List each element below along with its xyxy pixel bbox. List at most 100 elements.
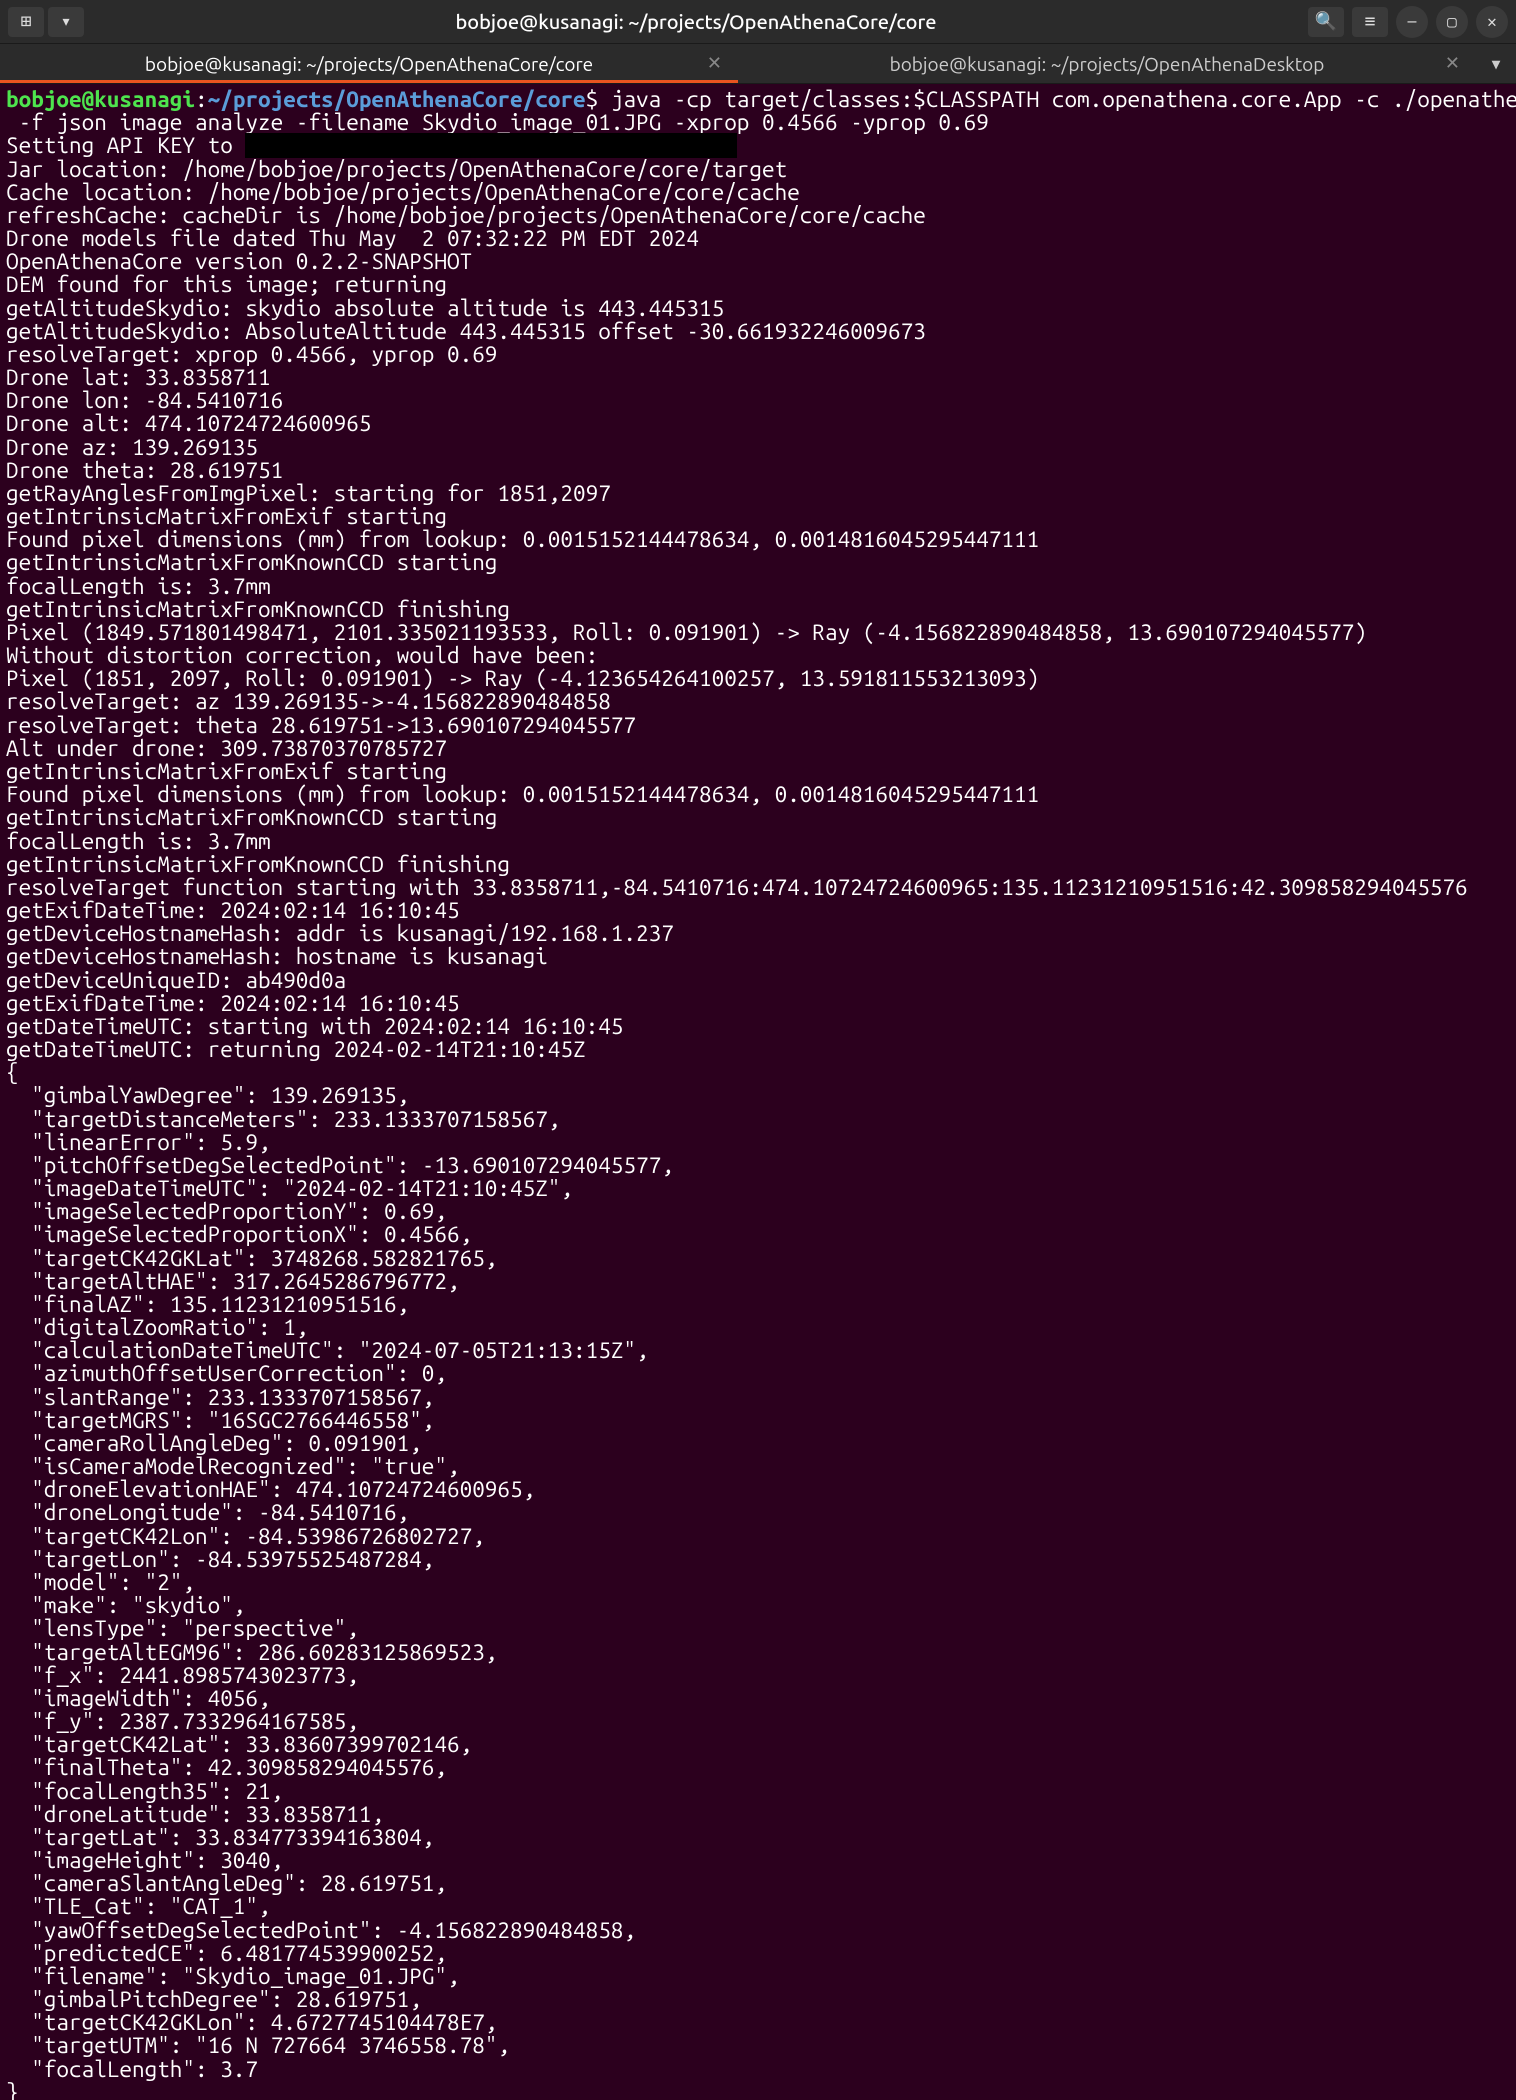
output-line: Drone lon: -84.5410716 [6, 388, 283, 413]
output-line: Drone models file dated Thu May 2 07:32:… [6, 226, 699, 251]
output-line: Pixel (1851, 2097, Roll: 0.091901) -> Ra… [6, 666, 1039, 691]
output-line: OpenAthenaCore version 0.2.2-SNAPSHOT [6, 249, 472, 274]
output-line: "targetCK42GKLat": 3748268.582821765, [6, 1246, 497, 1271]
prompt-dollar: $ [586, 87, 611, 112]
output-line: Without distortion correction, would hav… [6, 643, 598, 668]
output-line: resolveTarget: az 139.269135->-4.1568228… [6, 689, 611, 714]
output-line: Setting API KEY to [6, 133, 245, 158]
output-line: "finalTheta": 42.309858294045576, [6, 1755, 447, 1780]
output-line: "targetCK42GKLon": 4.6727745104478E7, [6, 2010, 497, 2035]
output-line: "predictedCE": 6.481774539900252, [6, 1941, 447, 1966]
output-line: "focalLength": 3.7 [6, 2057, 258, 2082]
terminal-tab-2[interactable]: bobjoe@kusanagi: ~/projects/OpenAthenaDe… [738, 44, 1476, 83]
output-line: "cameraSlantAngleDeg": 28.619751, [6, 1871, 447, 1896]
output-line: getAltitudeSkydio: AbsoluteAltitude 443.… [6, 319, 926, 344]
output-line: "focalLength35": 21, [6, 1779, 283, 1804]
hamburger-menu-button[interactable]: ≡ [1352, 7, 1388, 37]
output-line: { [6, 1060, 19, 1085]
output-line: Cache location: /home/bobjoe/projects/Op… [6, 180, 800, 205]
command-text-cont: -f json image analyze -filename Skydio_i… [6, 110, 989, 135]
output-line: getAltitudeSkydio: skydio absolute altit… [6, 296, 724, 321]
output-line: "isCameraModelRecognized": "true", [6, 1454, 460, 1479]
output-line: resolveTarget function starting with 33.… [6, 875, 1468, 900]
output-line: "targetCK42Lat": 33.83607399702146, [6, 1732, 472, 1757]
output-line: "targetDistanceMeters": 233.133370715856… [6, 1107, 560, 1132]
output-line: "slantRange": 233.1333707158567, [6, 1385, 434, 1410]
tab-menu-button[interactable]: ▾ [48, 7, 84, 37]
output-line: "pitchOffsetDegSelectedPoint": -13.69010… [6, 1153, 674, 1178]
output-line: "finalAZ": 135.11231210951516, [6, 1292, 409, 1317]
output-line: Found pixel dimensions (mm) from lookup:… [6, 782, 1039, 807]
new-tab-button[interactable]: ⊞ [8, 7, 44, 37]
output-line: "lensType": "perspective", [6, 1616, 359, 1641]
output-line: Jar location: /home/bobjoe/projects/Open… [6, 157, 787, 182]
output-line: "imageWidth": 4056, [6, 1686, 271, 1711]
output-line: getDateTimeUTC: returning 2024-02-14T21:… [6, 1037, 586, 1062]
output-line: "make": "skydio", [6, 1593, 245, 1618]
output-line: getRayAnglesFromImgPixel: starting for 1… [6, 481, 611, 506]
output-line: "TLE_Cat": "CAT_1", [6, 1894, 271, 1919]
output-line: focalLength is: 3.7mm [6, 574, 271, 599]
titlebar-left-controls: ⊞ ▾ [8, 7, 84, 37]
output-line: refreshCache: cacheDir is /home/bobjoe/p… [6, 203, 926, 228]
search-button[interactable]: 🔍 [1308, 7, 1344, 37]
output-line: "targetCK42Lon": -84.53986726802727, [6, 1524, 485, 1549]
output-line: Alt under drone: 309.73870370785727 [6, 736, 447, 761]
output-line: focalLength is: 3.7mm [6, 829, 271, 854]
output-line: "yawOffsetDegSelectedPoint": -4.15682289… [6, 1918, 636, 1943]
output-line: "imageDateTimeUTC": "2024-02-14T21:10:45… [6, 1176, 573, 1201]
output-line: "droneElevationHAE": 474.10724724600965, [6, 1477, 535, 1502]
output-line: DEM found for this image; returning [6, 272, 447, 297]
output-line: "azimuthOffsetUserCorrection": 0, [6, 1361, 447, 1386]
output-line: "targetMGRS": "16SGC2766446558", [6, 1408, 434, 1433]
output-line: getDeviceHostnameHash: addr is kusanagi/… [6, 921, 674, 946]
maximize-button[interactable]: ▢ [1436, 6, 1468, 38]
window-titlebar: ⊞ ▾ bobjoe@kusanagi: ~/projects/OpenAthe… [0, 0, 1516, 44]
output-line: "imageHeight": 3040, [6, 1848, 283, 1873]
output-line: getIntrinsicMatrixFromKnownCCD finishing [6, 597, 510, 622]
output-line: Drone lat: 33.8358711 [6, 365, 271, 390]
output-line: } [6, 2080, 19, 2100]
output-line: getDeviceUniqueID: ab490d0a [6, 968, 346, 993]
prompt-colon: : [195, 87, 208, 112]
minimize-button[interactable]: — [1396, 6, 1428, 38]
output-line: "filename": "Skydio_image_01.JPG", [6, 1964, 460, 1989]
close-tab-icon[interactable]: ✕ [707, 53, 722, 74]
redacted-value: xxxxxxxxxxxxxxxxxxxxxxxxxxxxxxxxxxxxxxx [245, 133, 736, 158]
tab-label: bobjoe@kusanagi: ~/projects/OpenAthenaCo… [145, 53, 593, 75]
output-line: getExifDateTime: 2024:02:14 16:10:45 [6, 898, 460, 923]
close-button[interactable]: ✕ [1476, 6, 1508, 38]
prompt-path: ~/projects/OpenAthenaCore/core [208, 87, 586, 112]
output-line: "targetAltEGM96": 286.60283125869523, [6, 1640, 497, 1665]
tab-label: bobjoe@kusanagi: ~/projects/OpenAthenaDe… [890, 53, 1325, 75]
output-line: Drone alt: 474.10724724600965 [6, 411, 371, 436]
output-line: "cameraRollAngleDeg": 0.091901, [6, 1431, 422, 1456]
output-line: "targetLon": -84.53975525487284, [6, 1547, 434, 1572]
prompt-user-host: bobjoe@kusanagi [6, 87, 195, 112]
output-line: getIntrinsicMatrixFromKnownCCD starting [6, 550, 497, 575]
output-line: "imageSelectedProportionY": 0.69, [6, 1199, 447, 1224]
output-line: "digitalZoomRatio": 1, [6, 1315, 308, 1340]
output-line: "targetAltHAE": 317.2645286796772, [6, 1269, 460, 1294]
output-line: "imageSelectedProportionX": 0.4566, [6, 1222, 472, 1247]
output-line: getIntrinsicMatrixFromKnownCCD finishing [6, 852, 510, 877]
output-line: resolveTarget: xprop 0.4566, yprop 0.69 [6, 342, 497, 367]
terminal-tab-1[interactable]: bobjoe@kusanagi: ~/projects/OpenAthenaCo… [0, 44, 738, 83]
output-line: "targetLat": 33.834773394163804, [6, 1825, 434, 1850]
output-line: "droneLatitude": 33.8358711, [6, 1802, 384, 1827]
output-line: Found pixel dimensions (mm) from lookup:… [6, 527, 1039, 552]
terminal-viewport[interactable]: bobjoe@kusanagi:~/projects/OpenAthenaCor… [0, 84, 1516, 2100]
output-line: "gimbalPitchDegree": 28.619751, [6, 1987, 422, 2012]
tab-dropdown-icon[interactable]: ▾ [1476, 44, 1516, 83]
output-line: Drone theta: 28.619751 [6, 458, 283, 483]
output-line: "f_y": 2387.7332964167585, [6, 1709, 359, 1734]
output-line: getDateTimeUTC: starting with 2024:02:14… [6, 1014, 623, 1039]
output-line: "linearError": 5.9, [6, 1130, 271, 1155]
output-line: "calculationDateTimeUTC": "2024-07-05T21… [6, 1338, 649, 1363]
close-tab-icon[interactable]: ✕ [1445, 53, 1460, 74]
output-line: resolveTarget: theta 28.619751->13.69010… [6, 713, 636, 738]
output-line: "model": "2", [6, 1570, 195, 1595]
output-line: getDeviceHostnameHash: hostname is kusan… [6, 944, 548, 969]
tab-bar: bobjoe@kusanagi: ~/projects/OpenAthenaCo… [0, 44, 1516, 84]
command-text: java -cp target/classes:$CLASSPATH com.o… [611, 87, 1516, 112]
